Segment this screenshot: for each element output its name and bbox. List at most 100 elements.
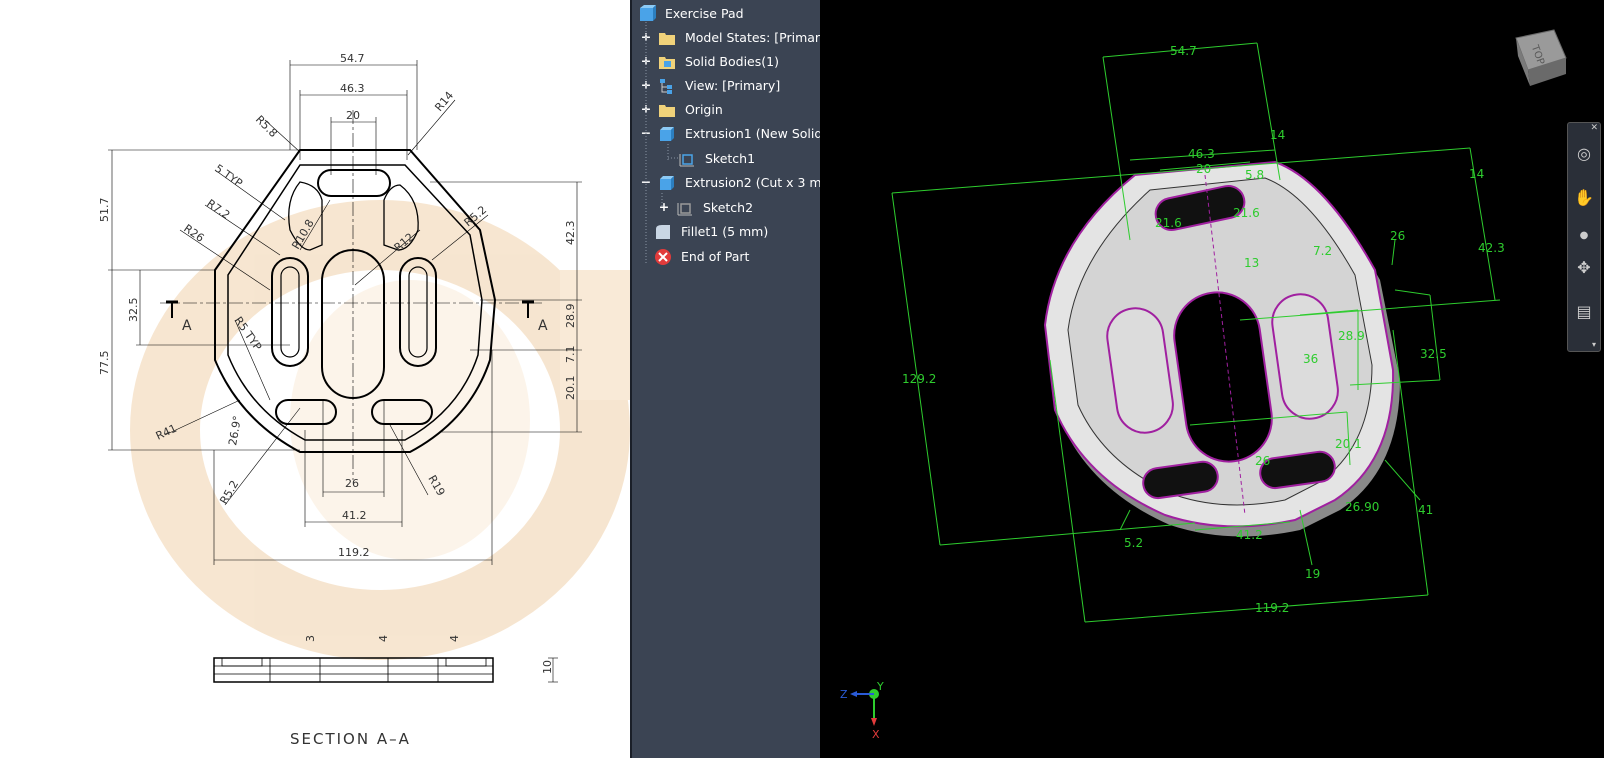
vdim-28-9: 28.9 xyxy=(1338,329,1365,343)
dim-r5-2-b: R5.2 xyxy=(217,478,241,506)
triad-y-label: Y xyxy=(876,680,884,693)
vdim-14b: 14 xyxy=(1469,167,1484,181)
steering-wheel-icon[interactable]: ◎ xyxy=(1572,141,1596,165)
close-icon[interactable]: ✕ xyxy=(1590,123,1598,133)
zoom-icon[interactable]: ● xyxy=(1572,223,1596,247)
drawing-sheet: 54.7 46.3 20 R5.8 R14 5 TYP R7.2 R26 R10… xyxy=(0,0,630,758)
browser-item-label: Solid Bodies(1) xyxy=(684,53,779,69)
browser-item-origin[interactable]: + Origin xyxy=(638,98,723,120)
browser-item-label: Model States: [Primary] xyxy=(684,29,820,45)
orbit-icon[interactable]: ✥ xyxy=(1572,255,1596,279)
vdim-20-1: 20.1 xyxy=(1335,437,1362,451)
model-browser: Exercise Pad + Model States: [Primary] +… xyxy=(632,0,820,758)
folder-icon xyxy=(658,104,675,117)
expand-icon[interactable]: + xyxy=(638,50,654,72)
browser-item-fillet1[interactable]: Fillet1 (5 mm) xyxy=(654,220,768,242)
vdim-14a: 14 xyxy=(1270,128,1285,142)
dim-20: 20 xyxy=(346,109,360,122)
pan-hand-icon[interactable]: ✋ xyxy=(1572,185,1596,209)
browser-item-label: Extrusion2 (Cut x 3 mm) xyxy=(684,174,820,190)
section-mark-right: A xyxy=(538,318,548,334)
dim-5-typ: 5 TYP xyxy=(212,162,245,190)
expand-icon[interactable]: + xyxy=(656,196,672,218)
dim-32-5: 32.5 xyxy=(127,298,140,323)
browser-item-label: Extrusion1 (New Solid x 1 xyxy=(684,125,820,141)
dim-46-3: 46.3 xyxy=(340,82,365,95)
browser-item-extrusion2[interactable]: − Extrusion2 (Cut x 3 mm) xyxy=(638,171,820,193)
section-view xyxy=(213,657,558,683)
solid-bodies-icon xyxy=(658,56,675,69)
browser-item-sketch1[interactable]: Sketch1 xyxy=(678,147,755,169)
dim-26: 26 xyxy=(345,477,359,490)
vdim-21-6a: 21.6 xyxy=(1155,216,1182,230)
vdim-26b: 26 xyxy=(1255,454,1270,468)
browser-item-end-of-part[interactable]: End of Part xyxy=(654,245,749,267)
vdim-26-90: 26.90 xyxy=(1345,500,1379,514)
dim-10: 10 xyxy=(541,660,554,674)
extrusion-icon xyxy=(659,126,674,141)
browser-item-solid-bodies[interactable]: + Solid Bodies(1) xyxy=(638,50,779,72)
browser-item-extrusion1[interactable]: − Extrusion1 (New Solid x 1 xyxy=(638,122,820,144)
vdim-41: 41 xyxy=(1418,503,1433,517)
collapse-icon[interactable]: − xyxy=(638,171,654,193)
vdim-42-3: 42.3 xyxy=(1478,241,1505,255)
vdim-5-8: 5.8 xyxy=(1245,168,1264,182)
top-slot xyxy=(317,169,391,197)
browser-item-label: View: [Primary] xyxy=(684,77,781,93)
vdim-41-2: 41.2 xyxy=(1236,528,1263,542)
navigation-bar: ✕ ◎ ✋ ● ✥ ▤ ▾ xyxy=(1567,122,1601,352)
dim-r26: R26 xyxy=(181,222,206,245)
sketch-icon xyxy=(677,202,692,215)
browser-item-sketch2[interactable]: + Sketch2 xyxy=(656,196,753,218)
viewport-canvas[interactable]: 54.7 14 46.3 20 5.8 14 21.6 21.6 26 7.2 … xyxy=(820,0,1604,758)
dim-119-2: 119.2 xyxy=(338,546,370,559)
browser-item-label: Fillet1 (5 mm) xyxy=(680,223,769,239)
vdim-54-7: 54.7 xyxy=(1170,44,1197,58)
vdim-46-3: 46.3 xyxy=(1188,147,1215,161)
dim-r7-2: R7.2 xyxy=(204,197,232,222)
fillet-icon xyxy=(656,224,670,239)
browser-item-label: End of Part xyxy=(680,248,750,264)
dim-26-9-deg: 26.9° xyxy=(226,415,244,447)
part-model[interactable] xyxy=(1043,160,1400,537)
expand-icon[interactable]: + xyxy=(638,74,654,96)
browser-root-label: Exercise Pad xyxy=(664,5,744,21)
vdim-5-2: 5.2 xyxy=(1124,536,1143,550)
dim-41-2: 41.2 xyxy=(342,509,367,522)
dim-42-3: 42.3 xyxy=(564,221,577,246)
browser-item-label: Origin xyxy=(684,101,723,117)
section-mark-left: A xyxy=(182,318,192,334)
drawing-canvas: 54.7 46.3 20 R5.8 R14 5 TYP R7.2 R26 R10… xyxy=(98,52,630,748)
dim-54-7: 54.7 xyxy=(340,52,365,65)
browser-item-view[interactable]: + View: [Primary] xyxy=(638,74,780,96)
part-icon xyxy=(640,4,656,21)
chevron-down-icon[interactable]: ▾ xyxy=(1592,340,1596,349)
dim-4b: 4 xyxy=(448,635,461,642)
dim-r5-8: R5.8 xyxy=(253,113,280,140)
axis-triad: Y Z X xyxy=(840,680,884,741)
vdim-26: 26 xyxy=(1390,229,1405,243)
dim-4a: 4 xyxy=(377,635,390,642)
expand-icon[interactable]: + xyxy=(638,26,654,48)
browser-item-label: Sketch1 xyxy=(704,150,756,166)
dim-3: 3 xyxy=(304,635,317,642)
vdim-7-2: 7.2 xyxy=(1313,244,1332,258)
vdim-19: 19 xyxy=(1305,567,1320,581)
dim-77-5: 77.5 xyxy=(98,351,111,376)
viewcube[interactable]: TOP xyxy=(1510,28,1572,90)
dim-28-9: 28.9 xyxy=(564,304,577,329)
expand-icon[interactable]: + xyxy=(638,98,654,120)
viewcube-shape[interactable]: TOP xyxy=(1510,28,1572,90)
browser-item-model-states[interactable]: + Model States: [Primary] xyxy=(638,26,820,48)
browser-root[interactable]: Exercise Pad xyxy=(638,2,744,24)
dim-7-1: 7.1 xyxy=(564,346,577,364)
look-at-icon[interactable]: ▤ xyxy=(1572,299,1596,323)
browser-item-label: Sketch2 xyxy=(702,199,754,215)
dim-20-1: 20.1 xyxy=(564,376,577,401)
vdim-20: 20 xyxy=(1196,162,1211,176)
graphics-viewport[interactable]: 54.7 14 46.3 20 5.8 14 21.6 21.6 26 7.2 … xyxy=(820,0,1604,758)
end-of-part-icon xyxy=(655,248,671,265)
vdim-36: 36 xyxy=(1303,352,1318,366)
collapse-icon[interactable]: − xyxy=(638,122,654,144)
extrusion-icon xyxy=(659,175,674,190)
